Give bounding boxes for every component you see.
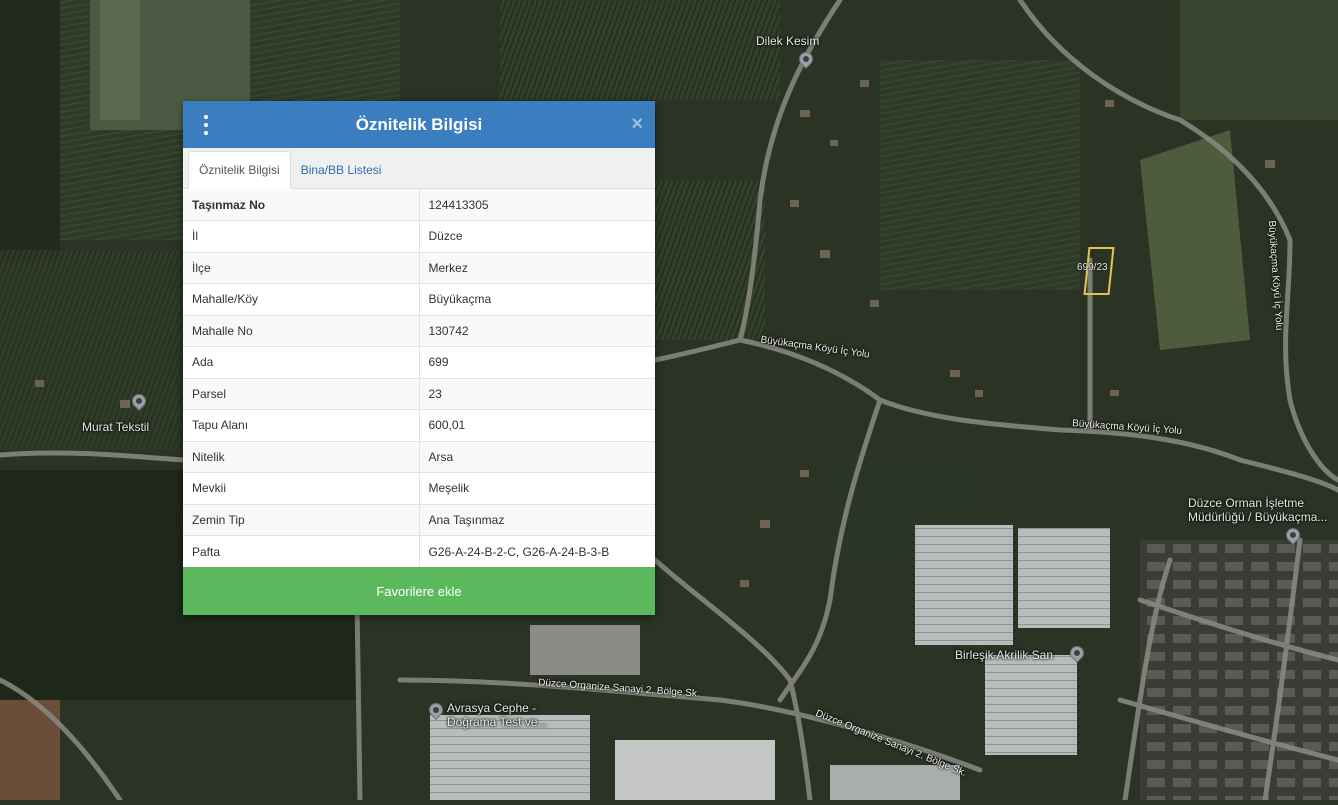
table-row: Ada 699 xyxy=(183,346,655,378)
attribute-key: Zemin Tip xyxy=(183,503,420,536)
attribute-key: Nitelik xyxy=(183,440,420,473)
table-row: Mahalle No 130742 xyxy=(183,314,655,347)
attribute-table: Taşınmaz No 124413305 İl Düzce İlçe Merkez Mah… xyxy=(183,189,655,567)
attribute-value: G26-A-24-B-2-C, G26-A-24-B-3-B xyxy=(419,535,655,567)
attribute-key: Taşınmaz No xyxy=(183,189,420,221)
place-label-avrasya-cephe[interactable]: Avrasya Cephe - xyxy=(447,701,536,715)
dialog-header[interactable]: Öznitelik Bilgisi × xyxy=(183,101,655,148)
tab-attribute-info[interactable]: Öznitelik Bilgisi xyxy=(188,151,291,189)
attribute-value: Meşelik xyxy=(419,472,655,504)
place-label-murat-tekstil[interactable]: Murat Tekstil xyxy=(82,420,149,434)
attribute-key: Parsel xyxy=(183,377,420,410)
attribute-key: Mahalle/Köy xyxy=(183,283,420,315)
table-row: Parsel 23 xyxy=(183,377,655,410)
table-row: İl Düzce xyxy=(183,220,655,252)
table-row: Zemin Tip Ana Taşınmaz xyxy=(183,503,655,536)
attribute-value: 124413305 xyxy=(419,189,655,221)
attribute-value: 130742 xyxy=(419,314,655,347)
attribute-key: İlçe xyxy=(183,251,420,284)
attribute-key: Mevkii xyxy=(183,472,420,504)
attribute-value: Büyükaçma xyxy=(419,283,655,315)
place-label-avrasya-cephe-2[interactable]: Doğrama Test ve... xyxy=(447,715,548,729)
attribute-value: Merkez xyxy=(419,251,655,284)
attribute-key: Tapu Alanı xyxy=(183,409,420,441)
add-to-favorites-button[interactable]: Favorilere ekle xyxy=(183,567,655,615)
table-row: Taşınmaz No 124413305 xyxy=(183,189,655,221)
table-row: Pafta G26-A-24-B-2-C, G26-A-24-B-3-B xyxy=(183,535,655,567)
attribute-key: İl xyxy=(183,220,420,252)
tab-bar: Öznitelik Bilgisi Bina/BB Listesi xyxy=(183,148,655,189)
attribute-value: 23 xyxy=(419,377,655,410)
attribute-value: 600,01 xyxy=(419,409,655,441)
parcel-label: 699/23 xyxy=(1077,262,1108,273)
place-label-dilek-kesim[interactable]: Dilek Kesim xyxy=(756,34,819,48)
table-row: Tapu Alanı 600,01 xyxy=(183,409,655,441)
attribute-info-dialog: Öznitelik Bilgisi × Öznitelik Bilgisi Bi… xyxy=(183,101,655,615)
table-row: Mahalle/Köy Büyükaçma xyxy=(183,283,655,315)
table-row: Mevkii Meşelik xyxy=(183,472,655,504)
table-row: İlçe Merkez xyxy=(183,251,655,284)
close-icon[interactable]: × xyxy=(631,113,643,135)
place-label-birlesik-akrilik[interactable]: Birleşik Akrilik San xyxy=(955,648,1053,662)
place-label-duzce-orman-2[interactable]: Müdürlüğü / Büyükaçma... xyxy=(1188,510,1327,524)
kebab-menu-icon[interactable] xyxy=(203,115,209,135)
attribute-value: Ana Taşınmaz xyxy=(419,503,655,536)
attribute-key: Ada xyxy=(183,346,420,378)
tab-building-list[interactable]: Bina/BB Listesi xyxy=(291,152,392,188)
dialog-title: Öznitelik Bilgisi xyxy=(355,114,483,134)
attribute-value: Düzce xyxy=(419,220,655,252)
attribute-key: Pafta xyxy=(183,535,420,567)
attribute-value: 699 xyxy=(419,346,655,378)
table-row: Nitelik Arsa xyxy=(183,440,655,473)
attribute-value: Arsa xyxy=(419,440,655,473)
place-label-duzce-orman[interactable]: Düzce Orman İşletme xyxy=(1188,496,1304,510)
attribute-key: Mahalle No xyxy=(183,314,420,347)
